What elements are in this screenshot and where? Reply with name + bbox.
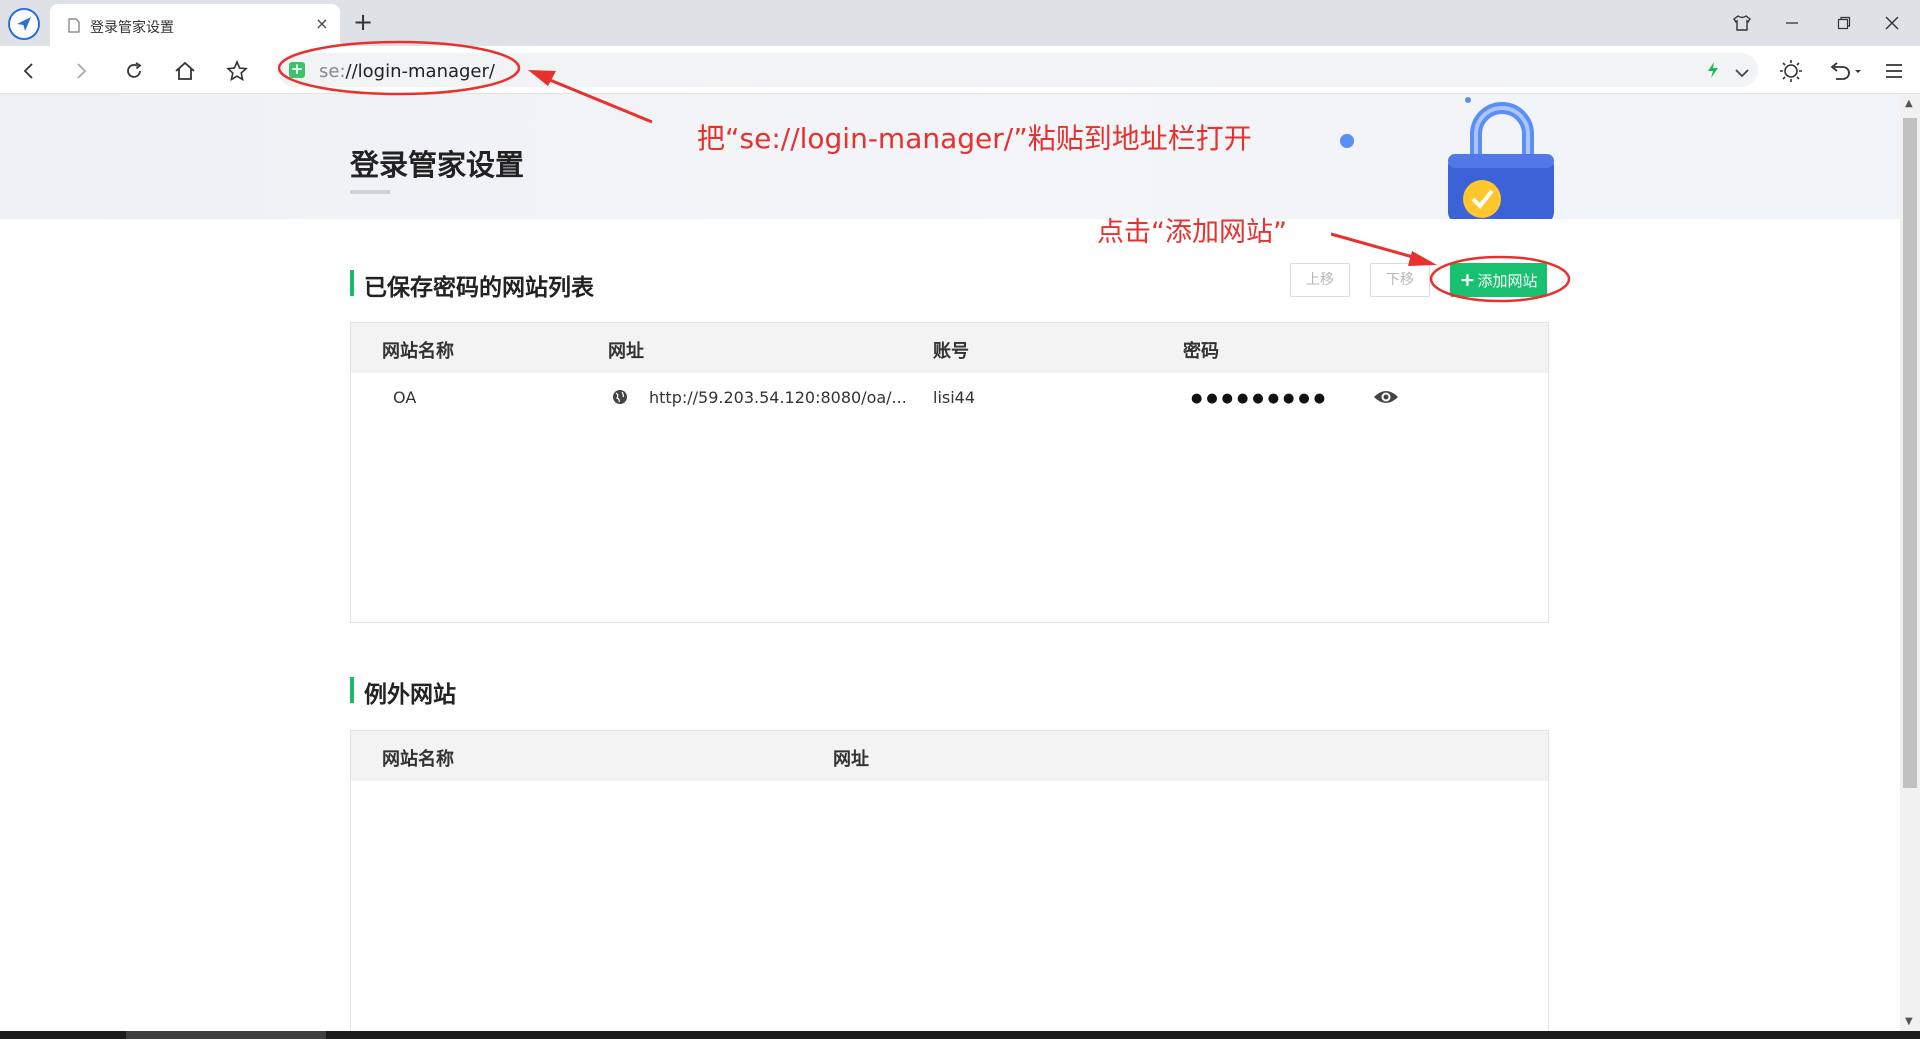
move-up-button[interactable]: 上移 <box>1290 263 1350 297</box>
home-icon[interactable] <box>170 56 200 86</box>
secure-site-icon: + <box>289 60 305 78</box>
site-name-cell: OA <box>393 388 417 407</box>
title-underline <box>350 190 390 194</box>
tab-login-manager[interactable]: 登录管家设置 × <box>50 4 340 46</box>
move-down-button[interactable]: 下移 <box>1370 263 1430 297</box>
table-header: 网站名称 网址 账号 密码 <box>351 323 1548 373</box>
section-accent-bar <box>350 270 354 296</box>
minimize-icon[interactable] <box>1778 10 1806 36</box>
title-bar: 登录管家设置 × + <box>0 0 1920 46</box>
menu-icon[interactable] <box>1879 56 1909 86</box>
click-add-site-annotation: 点击“添加网站” <box>1097 217 1287 248</box>
address-bar[interactable]: + se://login-manager/ <box>278 53 1758 87</box>
address-url[interactable]: se://login-manager/ <box>319 61 495 82</box>
column-header-url: 网址 <box>608 341 644 362</box>
tab-close-icon[interactable]: × <box>312 14 332 34</box>
add-site-label: 添加网站 <box>1477 272 1538 290</box>
column-header-site-name: 网站名称 <box>382 749 454 770</box>
forward-icon[interactable] <box>66 56 96 86</box>
saved-sites-table: 网站名称 网址 账号 密码 OA http://59.203.54.120:80… <box>350 322 1549 623</box>
taskbar-item[interactable] <box>126 1031 326 1039</box>
close-window-icon[interactable] <box>1878 10 1906 36</box>
password-cell: ●●●●●●●●● <box>1191 391 1330 406</box>
padlock-illustration-icon <box>1440 96 1560 224</box>
undo-close-icon[interactable] <box>1826 56 1866 86</box>
exception-sites-table: 网站名称 网址 <box>350 730 1549 1031</box>
column-header-account: 账号 <box>933 341 969 362</box>
decorative-dot <box>1340 134 1354 148</box>
column-header-site-name: 网站名称 <box>382 341 454 362</box>
globe-icon <box>612 389 628 409</box>
column-header-url: 网址 <box>833 749 869 770</box>
taskbar <box>0 1031 1920 1039</box>
brightness-icon[interactable] <box>1776 56 1806 86</box>
exception-sites-section-title: 例外网站 <box>364 682 456 708</box>
add-site-button[interactable]: + 添加网站 <box>1450 263 1547 297</box>
url-path: //login-manager/ <box>345 61 495 82</box>
bookmark-star-icon[interactable] <box>222 56 252 86</box>
reload-icon[interactable] <box>119 56 149 86</box>
scroll-thumb[interactable] <box>1903 118 1917 788</box>
toolbar: + se://login-manager/ <box>0 46 1920 94</box>
skin-icon[interactable] <box>1728 10 1756 36</box>
site-url-cell: http://59.203.54.120:8080/oa/... <box>649 388 907 407</box>
url-scheme: se: <box>319 61 346 82</box>
paste-url-annotation: 把“se://login-manager/”粘贴到地址栏打开 <box>697 122 1252 155</box>
plus-icon: + <box>1459 269 1476 291</box>
login-manager-page: 登录管家设置 已保存密码的网站列表 上移 下移 + 添加网站 网站名称 网址 账号… <box>0 94 1900 1031</box>
column-header-password: 密码 <box>1183 341 1219 362</box>
accelerate-icon[interactable] <box>1706 61 1720 83</box>
chevron-down-icon[interactable] <box>1734 64 1750 83</box>
table-header: 网站名称 网址 <box>351 731 1548 781</box>
saved-sites-section-title: 已保存密码的网站列表 <box>364 275 594 301</box>
show-password-eye-icon[interactable] <box>1373 388 1399 410</box>
browser-logo-icon[interactable] <box>8 8 40 40</box>
account-cell: lisi44 <box>933 388 976 407</box>
scroll-down-icon[interactable]: ▼ <box>1905 1016 1913 1027</box>
page-icon <box>68 18 80 37</box>
page-title: 登录管家设置 <box>350 148 525 182</box>
tab-title: 登录管家设置 <box>90 20 174 36</box>
vertical-scrollbar[interactable]: ▲ ▼ <box>1900 94 1920 1031</box>
new-tab-button[interactable]: + <box>350 10 376 36</box>
back-icon[interactable] <box>14 56 44 86</box>
table-row[interactable]: OA http://59.203.54.120:8080/oa/... lisi… <box>351 373 1548 423</box>
restore-icon[interactable] <box>1830 10 1858 36</box>
section-accent-bar <box>350 677 354 703</box>
scroll-up-icon[interactable]: ▲ <box>1905 98 1913 109</box>
